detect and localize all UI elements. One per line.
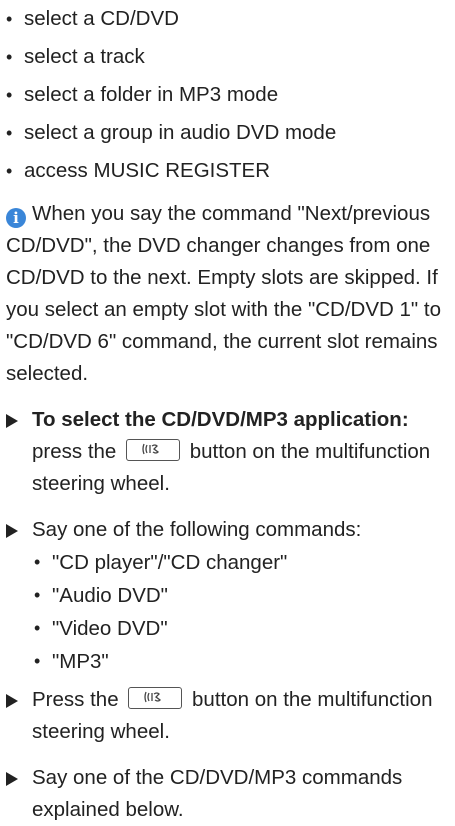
voice-control-icon <box>144 691 162 703</box>
info-note-text: When you say the command "Next/pre­vious… <box>6 202 441 385</box>
instruction-step: Press the button on the multifunction st… <box>6 684 451 748</box>
info-icon: i <box>6 208 26 228</box>
step-text: Say one of the following commands: <box>32 518 362 541</box>
voice-control-button <box>126 439 181 461</box>
list-item: select a track <box>6 38 451 76</box>
list-item: "Audio DVD" <box>32 579 451 612</box>
step-arrow-icon <box>6 524 18 538</box>
intro-bullet-list: select a CD/DVD select a track select a … <box>6 0 451 190</box>
step-arrow-icon <box>6 772 18 786</box>
list-item: access MUSIC REGISTER <box>6 152 451 190</box>
instruction-step: To select the CD/DVD/MP3 applica­tion: p… <box>6 404 451 500</box>
instruction-step: Say one of the following commands: "CD p… <box>6 514 451 678</box>
list-item: select a group in audio DVD mode <box>6 114 451 152</box>
list-item: "MP3" <box>32 645 451 678</box>
list-item: select a folder in MP3 mode <box>6 76 451 114</box>
voice-control-icon <box>142 443 160 455</box>
step-heading: To select the CD/DVD/MP3 applica­tion: <box>32 408 409 431</box>
step-text: press the <box>32 440 117 463</box>
step-text: Say one of the CD/DVD/MP3 commands expla… <box>32 766 403 821</box>
step-text: Press the <box>32 688 119 711</box>
list-item: "CD player"/"CD changer" <box>32 546 451 579</box>
manual-page: select a CD/DVD select a track select a … <box>6 0 451 826</box>
list-item: "Video DVD" <box>32 612 451 645</box>
command-list: "CD player"/"CD changer" "Audio DVD" "Vi… <box>32 546 451 678</box>
step-arrow-icon <box>6 694 18 708</box>
list-item: select a CD/DVD <box>6 0 451 38</box>
instruction-step: Say one of the CD/DVD/MP3 commands expla… <box>6 762 451 826</box>
info-note: i When you say the command "Next/pre­viou… <box>6 198 451 390</box>
voice-control-button <box>128 687 183 709</box>
step-arrow-icon <box>6 414 18 428</box>
